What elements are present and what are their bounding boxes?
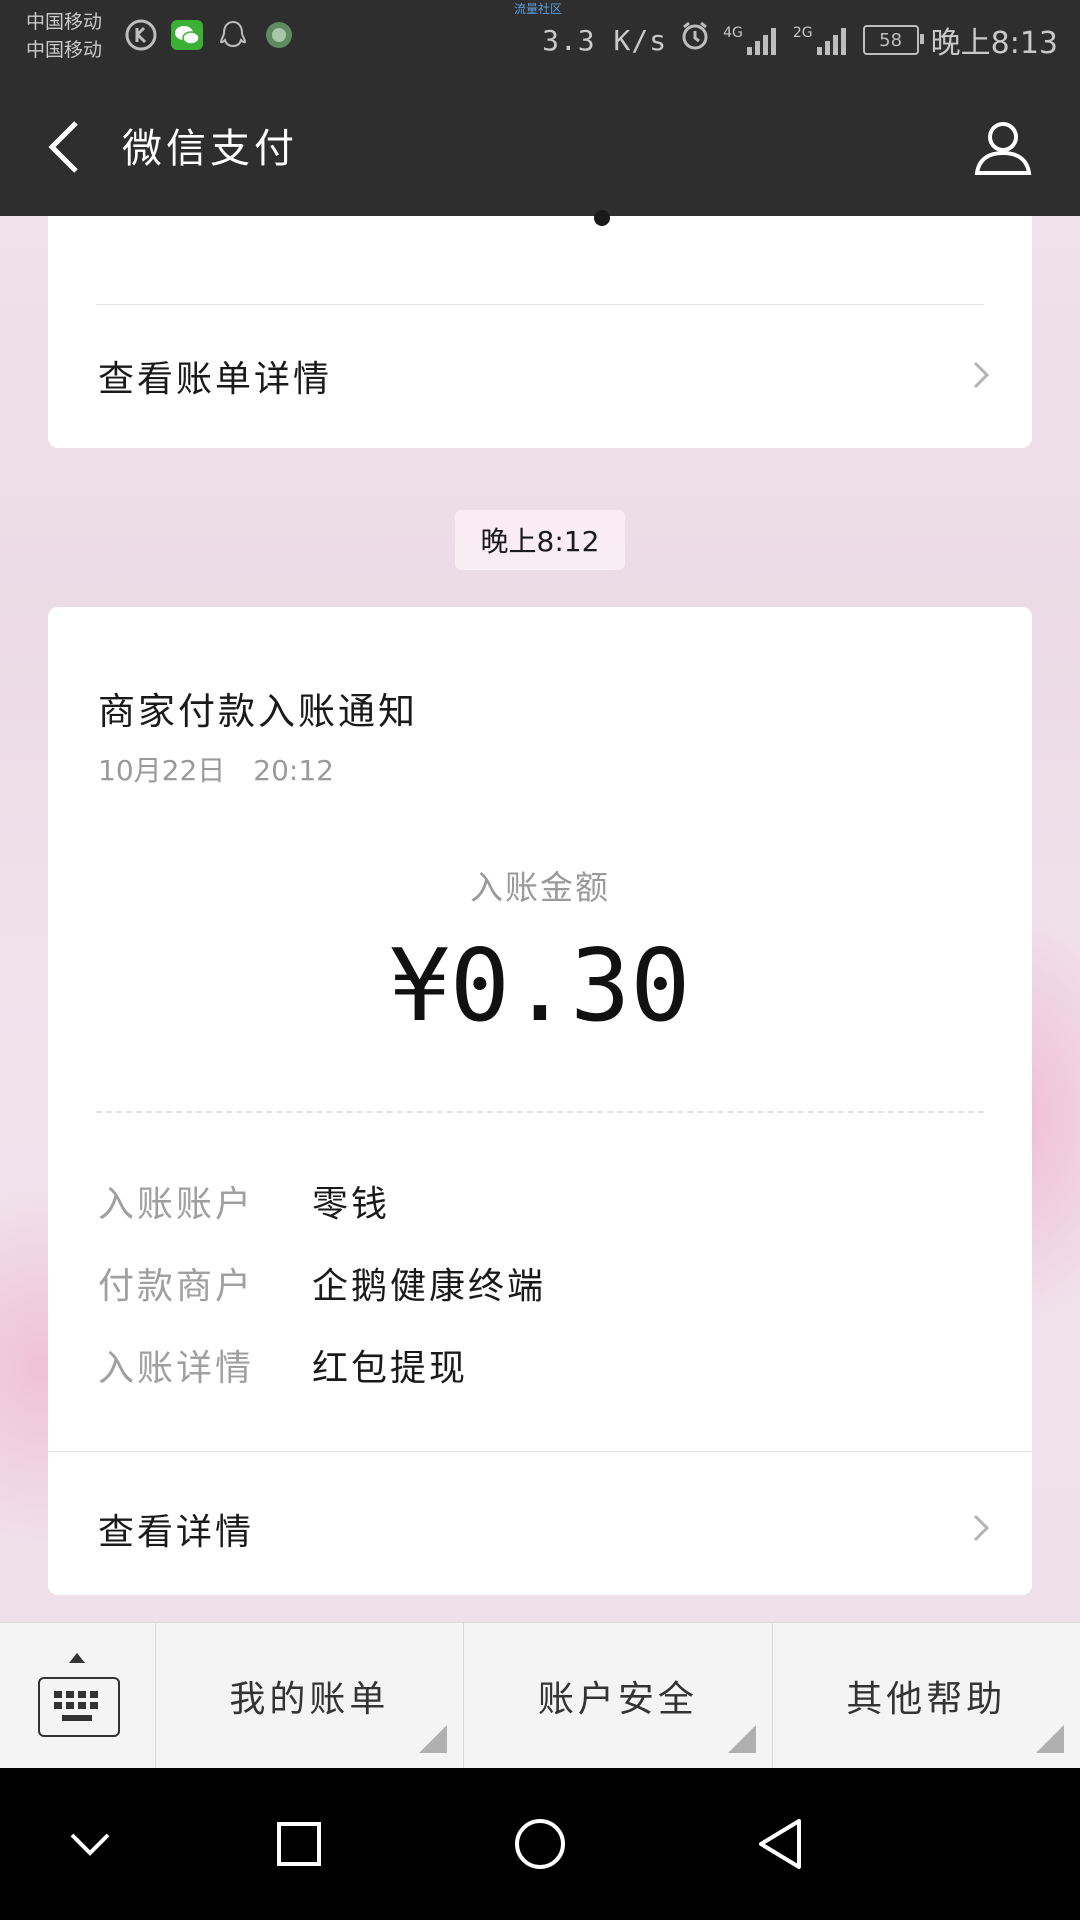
payment-notice-card[interactable]: 商家付款入账通知 10月22日 20:12 入账金额 ¥0.30 入账账户 零钱…	[48, 607, 1032, 1595]
home-button[interactable]	[500, 1804, 580, 1884]
alarm-icon	[679, 20, 711, 60]
amount-value: ¥0.30	[389, 927, 691, 1044]
dashed-divider	[96, 1111, 984, 1113]
system-nav-bar	[0, 1768, 1080, 1920]
carrier-1: 中国移动	[26, 11, 103, 33]
status-time: 晚上8:13	[930, 26, 1058, 61]
hide-nav-button[interactable]	[50, 1804, 130, 1884]
view-details-link[interactable]: 查看详情	[48, 1469, 1032, 1589]
amount-label: 入账金额	[470, 868, 610, 907]
detail-value: 企鹅健康终端	[312, 1266, 547, 1307]
view-bill-details-label: 查看账单详情	[98, 359, 333, 400]
status-right: 3.3 K/s 4G 2G 58 晚上8:13	[542, 18, 1058, 62]
signal-type-1: 4G	[723, 25, 743, 41]
battery-level: 58	[879, 29, 903, 51]
network-speed: 3.3 K/s	[542, 23, 668, 57]
keyboard-toggle-button[interactable]	[0, 1623, 156, 1769]
wechat-icon	[170, 18, 204, 52]
carrier-labels: 中国移动 中国移动	[26, 8, 102, 64]
signal-icon: 2G	[793, 25, 851, 55]
divider	[96, 304, 984, 305]
detail-key: 入账详情	[98, 1348, 255, 1389]
menu-my-bills[interactable]: 我的账单	[156, 1623, 465, 1769]
keyboard-icon	[38, 1677, 120, 1737]
partial-content-dot	[594, 210, 610, 226]
triangle-back-icon	[759, 1819, 801, 1869]
net-tag: 流量社区	[514, 2, 563, 16]
back-button[interactable]	[34, 112, 94, 182]
signal-icon: 4G	[723, 25, 781, 55]
menu-label: 账户安全	[537, 1679, 698, 1720]
notification-icons	[124, 18, 296, 52]
submenu-indicator-icon	[727, 1725, 756, 1753]
signal-type-2: 2G	[792, 25, 813, 41]
notice-date: 10月22日 20:12	[98, 754, 334, 787]
view-bill-details-link[interactable]: 查看账单详情	[48, 316, 1032, 436]
page-title: 微信支付	[122, 126, 298, 172]
chevron-down-icon	[70, 1833, 110, 1856]
detail-row: 付款商户 企鹅健康终端	[98, 1253, 546, 1313]
chevron-left-icon	[48, 121, 78, 173]
app-icon	[262, 18, 296, 52]
divider	[48, 1451, 1032, 1452]
battery-icon: 58	[862, 25, 924, 55]
recents-button[interactable]	[259, 1804, 339, 1884]
notice-title: 商家付款入账通知	[98, 690, 418, 733]
submenu-indicator-icon	[419, 1725, 448, 1753]
menu-label: 其他帮助	[846, 1679, 1007, 1720]
nav-bar: 微信支付	[0, 76, 1080, 216]
menu-other-help[interactable]: 其他帮助	[773, 1623, 1080, 1769]
qq-icon	[216, 18, 250, 52]
k-app-icon	[124, 18, 158, 52]
caret-up-icon	[69, 1653, 85, 1663]
detail-row: 入账账户 零钱	[98, 1171, 390, 1231]
detail-value: 零钱	[312, 1184, 391, 1225]
back-system-button[interactable]	[740, 1804, 820, 1884]
menu-label: 我的账单	[229, 1679, 390, 1720]
previous-message-card: 查看账单详情	[48, 210, 1032, 448]
message-timestamp: 晚上8:12	[455, 510, 625, 570]
profile-button[interactable]	[968, 112, 1038, 182]
chevron-right-icon	[973, 361, 990, 389]
carrier-2: 中国移动	[26, 39, 103, 61]
chevron-right-icon	[973, 1514, 990, 1542]
detail-row: 入账详情 红包提现	[98, 1335, 468, 1395]
status-bar: 中国移动 中国移动 流量社区 3.3 K/s 4G 2G 58 晚上8:13	[0, 0, 1080, 76]
bottom-menu: 我的账单 账户安全 其他帮助	[0, 1622, 1080, 1769]
user-icon	[974, 122, 1032, 175]
circle-icon	[515, 1819, 565, 1869]
detail-value: 红包提现	[312, 1348, 469, 1389]
detail-key: 入账账户	[98, 1184, 255, 1225]
detail-key: 付款商户	[98, 1266, 255, 1307]
menu-account-security[interactable]: 账户安全	[464, 1623, 773, 1769]
square-icon	[277, 1822, 321, 1866]
view-details-label: 查看详情	[98, 1512, 255, 1553]
submenu-indicator-icon	[1035, 1725, 1064, 1753]
